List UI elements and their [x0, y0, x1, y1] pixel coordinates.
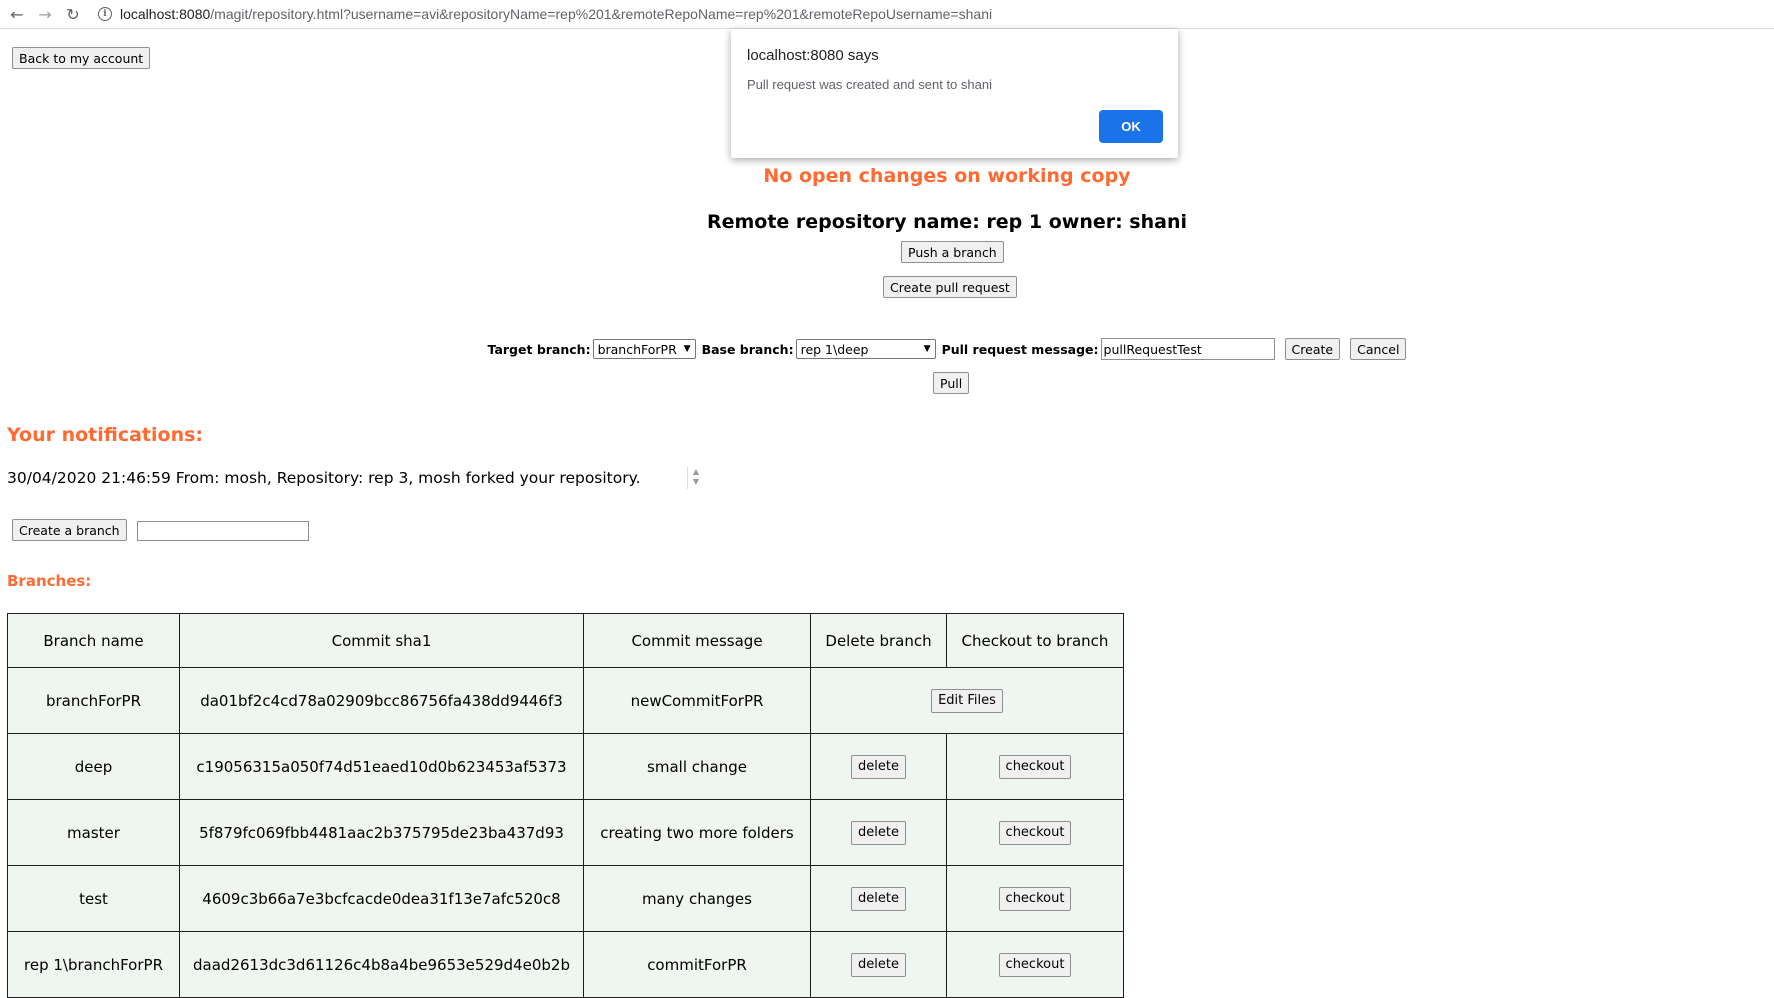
address-bar[interactable]: localhost:8080/magit/repository.html?use… [120, 6, 992, 22]
target-branch-value: branchForPR [597, 341, 677, 357]
branch-name-cell: rep 1\branchForPR [7, 931, 180, 998]
base-branch-value: rep 1\deep [800, 341, 869, 357]
base-branch-select[interactable]: rep 1\deep ▼ [795, 339, 936, 359]
header-delete-branch: Delete branch [810, 613, 947, 668]
dropdown-arrow-icon: ▼ [923, 344, 931, 354]
delete-branch-button[interactable]: delete [851, 754, 906, 779]
table-row: rep 1\branchForPR daad2613dc3d61126c4b8a… [7, 931, 1124, 998]
commit-message-cell: creating two more folders [583, 799, 811, 866]
back-to-account-button[interactable]: Back to my account [12, 47, 151, 69]
edit-files-button[interactable]: Edit Files [931, 688, 1003, 713]
pull-request-message-label: Pull request message: [941, 341, 1099, 357]
branch-name-cell: deep [7, 733, 180, 800]
remote-repo-info: Remote repository name: rep 1 owner: sha… [706, 211, 1188, 233]
pull-button[interactable]: Pull [933, 372, 970, 394]
branch-name-cell: branchForPR [7, 667, 180, 734]
create-button[interactable]: Create [1284, 338, 1341, 360]
header-checkout-branch: Checkout to branch [946, 613, 1124, 668]
target-branch-select[interactable]: branchForPR ▼ [592, 339, 696, 359]
header-commit-sha1: Commit sha1 [179, 613, 584, 668]
header-commit-message: Commit message [583, 613, 811, 668]
checkout-cell: checkout [946, 733, 1124, 800]
forward-arrow-icon[interactable]: → [34, 3, 56, 25]
header-branch-name: Branch name [7, 613, 180, 668]
table-row: branchForPR da01bf2c4cd78a02909bcc86756f… [7, 667, 1124, 734]
notification-item: 30/04/2020 21:46:59 From: mosh, Reposito… [7, 469, 641, 487]
checkout-branch-button[interactable]: checkout [998, 820, 1072, 845]
browser-toolbar: ← → ↻ i localhost:8080/magit/repository.… [0, 0, 1774, 29]
notifications-title: Your notifications: [7, 424, 204, 446]
checkout-branch-button[interactable]: checkout [998, 886, 1072, 911]
commit-sha1-cell: daad2613dc3d61126c4b8a4be9653e529d4e0b2b [179, 931, 584, 998]
branches-table: Branch name Commit sha1 Commit message D… [7, 613, 1124, 998]
cancel-button[interactable]: Cancel [1350, 338, 1407, 360]
checkout-branch-button[interactable]: checkout [998, 754, 1072, 779]
checkout-branch-button[interactable]: checkout [998, 952, 1072, 977]
table-header-row: Branch name Commit sha1 Commit message D… [7, 613, 1124, 668]
alert-ok-button[interactable]: OK [1099, 110, 1163, 143]
delete-cell: delete [810, 931, 947, 998]
new-branch-name-input[interactable] [137, 521, 309, 541]
commit-sha1-cell: da01bf2c4cd78a02909bcc86756fa438dd9446f3 [179, 667, 584, 734]
commit-message-cell: small change [583, 733, 811, 800]
commit-sha1-cell: 5f879fc069fbb4481aac2b375795de23ba437d93 [179, 799, 584, 866]
pull-request-form: Target branch: branchForPR ▼ Base branch… [60, 338, 1774, 360]
pull-request-message-input[interactable] [1100, 338, 1275, 360]
alert-message: Pull request was created and sent to sha… [747, 77, 992, 92]
commit-message-cell: commitForPR [583, 931, 811, 998]
create-branch-button[interactable]: Create a branch [12, 519, 127, 541]
commit-message-cell: newCommitForPR [583, 667, 811, 734]
table-row: deep c19056315a050f74d51eaed10d0b623453a… [7, 733, 1124, 800]
alert-dialog: localhost:8080 says Pull request was cre… [731, 29, 1178, 158]
notification-scroll-spinner[interactable]: ▲ ▼ [687, 467, 704, 489]
status-message: No open changes on working copy [763, 165, 1131, 187]
branch-name-cell: master [7, 799, 180, 866]
delete-cell: delete [810, 733, 947, 800]
table-row: test 4609c3b66a7e3bcfcacde0dea31f13e7afc… [7, 865, 1124, 932]
target-branch-label: Target branch: [487, 341, 591, 357]
reload-icon[interactable]: ↻ [62, 3, 84, 25]
table-row: master 5f879fc069fbb4481aac2b375795de23b… [7, 799, 1124, 866]
branches-title: Branches: [7, 572, 92, 590]
delete-cell: delete [810, 865, 947, 932]
checkout-cell: checkout [946, 931, 1124, 998]
info-icon[interactable]: i [98, 7, 112, 21]
url-host: localhost:8080 [120, 6, 211, 22]
commit-sha1-cell: c19056315a050f74d51eaed10d0b623453af5373 [179, 733, 584, 800]
create-pull-request-button[interactable]: Create pull request [883, 276, 1017, 298]
commit-message-cell: many changes [583, 865, 811, 932]
push-branch-button[interactable]: Push a branch [901, 241, 1004, 263]
delete-cell: delete [810, 799, 947, 866]
checkout-cell: checkout [946, 799, 1124, 866]
delete-branch-button[interactable]: delete [851, 952, 906, 977]
edit-files-cell: Edit Files [810, 667, 1124, 734]
back-arrow-icon[interactable]: ← [6, 3, 28, 25]
base-branch-label: Base branch: [701, 341, 794, 357]
dropdown-arrow-icon: ▼ [683, 344, 691, 354]
delete-branch-button[interactable]: delete [851, 886, 906, 911]
alert-title: localhost:8080 says [747, 47, 879, 64]
checkout-cell: checkout [946, 865, 1124, 932]
commit-sha1-cell: 4609c3b66a7e3bcfcacde0dea31f13e7afc520c8 [179, 865, 584, 932]
delete-branch-button[interactable]: delete [851, 820, 906, 845]
branch-name-cell: test [7, 865, 180, 932]
url-path: /magit/repository.html?username=avi&repo… [210, 6, 993, 22]
